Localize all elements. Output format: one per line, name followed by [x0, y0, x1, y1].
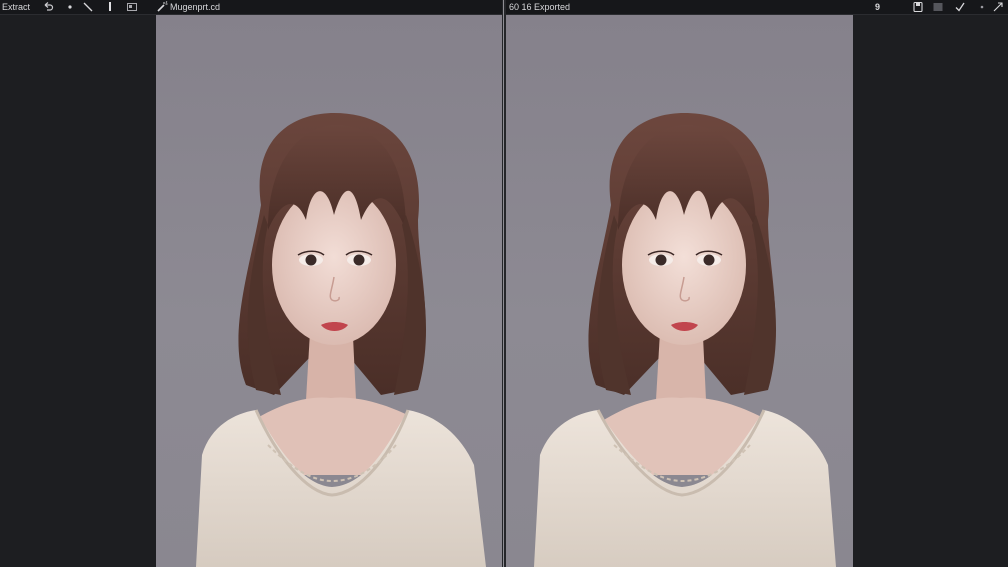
page-indicator[interactable]: 9	[875, 1, 880, 13]
dot-indicator-icon	[976, 1, 988, 13]
file-name: Mugenprt.cd	[170, 2, 221, 12]
check-icon[interactable]	[954, 1, 966, 13]
save-icon[interactable]	[912, 1, 924, 13]
bar-tool-icon[interactable]	[104, 1, 116, 13]
portrait-image-original	[196, 113, 486, 567]
expand-icon[interactable]	[992, 1, 1004, 13]
left-sidebar	[0, 15, 155, 567]
line-tool-icon[interactable]	[82, 1, 94, 13]
undo-icon[interactable]	[42, 1, 54, 13]
dot-tool-icon[interactable]	[64, 1, 76, 13]
wand-icon[interactable]	[156, 1, 168, 13]
panel-icon[interactable]	[932, 1, 944, 13]
right-sidebar	[853, 15, 1008, 567]
original-canvas[interactable]	[156, 15, 502, 567]
result-canvas[interactable]	[506, 15, 853, 567]
compare-label: 60 16 Exported	[509, 2, 571, 12]
extract-label[interactable]: Extract	[2, 1, 30, 13]
portrait-image-result	[534, 113, 836, 567]
frame-icon[interactable]	[126, 1, 138, 13]
